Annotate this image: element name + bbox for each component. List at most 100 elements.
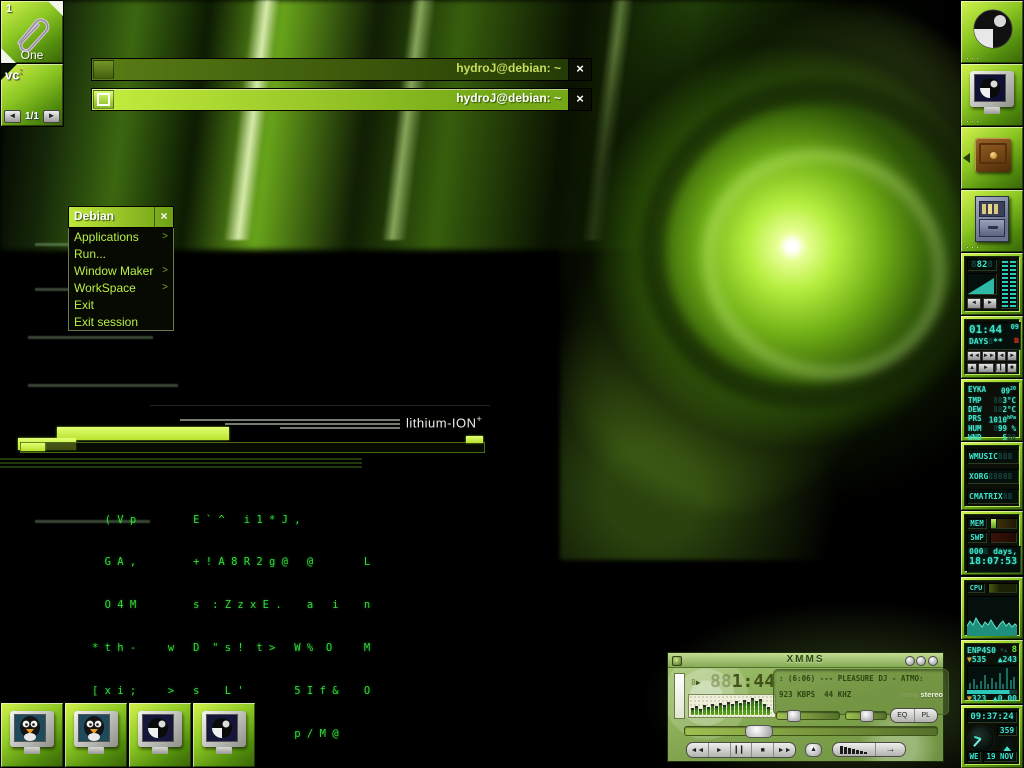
root-menu-titlebar[interactable]: Debian × <box>68 206 174 228</box>
next-button[interactable]: ►► <box>774 743 795 757</box>
menu-item-window-maker[interactable]: Window Maker> <box>69 262 173 279</box>
xmms-shade-button[interactable] <box>916 656 926 666</box>
net-rates: ▼535 ▲243 <box>967 655 1017 664</box>
dock-gnustep-launcher[interactable]: ··· <box>960 0 1024 64</box>
position-knob[interactable] <box>745 725 773 738</box>
xmms-titlebar[interactable]: XMMS <box>668 653 943 668</box>
terminal-titlebar-unfocused[interactable]: hydroJ@debian: ~ × <box>91 58 592 81</box>
terminal-miniaturize-button[interactable] <box>93 60 114 79</box>
previous-button[interactable]: ◄◄ <box>687 743 709 757</box>
mixer-volume-slider[interactable] <box>967 273 997 295</box>
wmusic-rewind-button[interactable]: ◄ <box>997 351 1007 361</box>
dock-cpuload-app[interactable]: CPU <box>960 576 1024 640</box>
pager-logo: vc: <box>5 66 22 82</box>
minimized-terminal-tux-1[interactable] <box>0 702 64 768</box>
wallpaper-line <box>0 462 362 464</box>
menu-item-workspace[interactable]: WorkSpace> <box>69 279 173 296</box>
xmms-elapsed-time: 881:44 <box>710 671 772 691</box>
cpu-history-graph <box>967 596 1017 636</box>
menu-close-button[interactable]: × <box>154 207 173 227</box>
drawer-icon <box>975 138 1011 172</box>
pager-dockapp[interactable]: vc: ◄ 1/1 ► <box>0 63 64 127</box>
xmms-spectrum-analyzer[interactable] <box>688 694 776 718</box>
net-download-total: ▼323 <box>967 694 986 703</box>
workspace-name: One <box>1 48 63 62</box>
terminal-miniaturize-button[interactable] <box>93 90 114 109</box>
shuffle-button[interactable] <box>833 743 876 756</box>
repeat-button[interactable]: → <box>876 743 905 756</box>
wmusic-prev-button[interactable]: ◄◄ <box>967 351 981 361</box>
next-icon: ►► <box>983 353 995 359</box>
net-upload-rate: ▲243 <box>998 655 1017 664</box>
wmusic-lcd: 01:44 09 DAYS8** ☎ <box>967 322 1021 350</box>
weather-pressure-row: PRS1010hPa <box>968 414 1016 425</box>
dock-terminal-launcher[interactable]: ··· <box>960 63 1024 127</box>
menu-item-exit[interactable]: Exit <box>69 296 173 313</box>
dock-weather-app[interactable]: EYKA 0920 TMP883°C DEW882°C PRS1010hPa H… <box>960 378 1024 442</box>
pause-button[interactable]: ▎▎ <box>731 743 753 757</box>
clock-digital-time: 09:37:24 <box>967 711 1017 723</box>
mono-indicator: mono <box>900 690 919 699</box>
right-arrow-icon: ► <box>987 300 993 306</box>
wmusic-next-button[interactable]: ►► <box>982 351 996 361</box>
mixer-eq-display <box>1000 259 1018 309</box>
dock-mixer-app[interactable]: 8828 ◄ ► <box>960 252 1024 316</box>
dock-wmusic-app[interactable]: 01:44 09 DAYS8** ☎ ◄◄ ►► ◄ ► ▲ ► ▎▎ ■ <box>960 315 1024 379</box>
xmms-volume-slider[interactable] <box>776 711 840 720</box>
dock-net-app[interactable]: ENP4S0 ▼▲ 8 ▼535 ▲243 ▼323 ▲0.00 <box>960 639 1024 705</box>
dock-wmtop-app[interactable]: WMUSIC888 XORG88888 CMATRIX88 <box>960 441 1024 511</box>
pager-prev-button[interactable]: ◄ <box>4 110 21 123</box>
prev-icon: ◄◄ <box>690 747 704 754</box>
xmms-window[interactable]: XMMS 8▶ 881:44 : (6:06) --- PLEASURE DJ … <box>667 652 944 762</box>
minimized-gnustep-window-2[interactable] <box>192 702 256 768</box>
xmms-clutterbar[interactable] <box>674 673 685 719</box>
dock-collapse-arrow-icon[interactable] <box>963 153 970 163</box>
wmusic-eject-button[interactable]: ▲ <box>967 363 977 373</box>
playlist-button[interactable]: PL <box>915 709 938 722</box>
arrow-right-icon: → <box>885 744 895 755</box>
weather-report-time: 09 <box>1001 387 1010 396</box>
mixer-prev-button[interactable]: ◄ <box>967 298 981 309</box>
mixer-channel-buttons: ◄ ► <box>967 298 997 309</box>
log-line <box>28 384 178 387</box>
menu-item-run[interactable]: Run... <box>69 245 173 262</box>
xmms-position-slider[interactable] <box>684 726 938 736</box>
terminal-close-button[interactable]: × <box>568 59 591 80</box>
menu-item-applications[interactable]: Applications> <box>69 228 173 245</box>
volume-knob[interactable] <box>787 710 801 722</box>
uptime-time: 18:07:53 <box>969 556 1019 567</box>
wmusic-forward-button[interactable]: ► <box>1007 351 1017 361</box>
workspace-clip[interactable]: 1 One <box>0 0 64 64</box>
dock-cabinet-launcher[interactable]: ··· <box>960 189 1024 253</box>
pager-next-button[interactable]: ► <box>43 110 60 123</box>
menu-item-exit-session[interactable]: Exit session <box>69 313 173 330</box>
dock-clock-app[interactable]: 09:37:24 359 WE 19 NOV <box>960 704 1024 768</box>
wmusic-pause-button[interactable]: ▎▎ <box>995 363 1006 373</box>
wallpaper-line <box>0 458 362 460</box>
terminal-close-button[interactable]: × <box>568 89 591 110</box>
xmms-transport-buttons: ◄◄ ► ▎▎ ■ ►► <box>686 742 796 758</box>
close-icon: × <box>160 209 167 223</box>
wallpaper-line <box>0 466 362 468</box>
xmms-balance-slider[interactable] <box>845 711 887 720</box>
xmms-minimize-button[interactable] <box>905 656 915 666</box>
wmusic-play-button[interactable]: ► <box>978 363 993 373</box>
wmusic-stop-button[interactable]: ■ <box>1007 363 1017 373</box>
balance-knob[interactable] <box>860 710 874 722</box>
dock-drawer-launcher[interactable] <box>960 126 1024 190</box>
play-button[interactable]: ► <box>709 743 731 757</box>
xmms-close-button[interactable] <box>928 656 938 666</box>
dock-memload-app[interactable]: MEM SWP 0008 days, 18:07:53 <box>960 510 1024 576</box>
battery-bar <box>57 427 229 440</box>
eject-button[interactable]: ▲ <box>805 743 822 757</box>
terminal-titlebar-focused[interactable]: hydroJ@debian: ~ × <box>91 88 592 111</box>
minimized-gnustep-window-1[interactable] <box>128 702 192 768</box>
minimized-terminal-tux-2[interactable] <box>64 702 128 768</box>
miniaturize-icon <box>97 93 110 106</box>
equalizer-button[interactable]: EQ <box>891 709 915 722</box>
mixer-next-button[interactable]: ► <box>983 298 997 309</box>
stop-button[interactable]: ■ <box>752 743 774 757</box>
monitor-icon <box>74 711 118 747</box>
mixer-volume-lcd: 8828 <box>967 259 997 271</box>
clock-counter: 359 <box>997 725 1017 736</box>
